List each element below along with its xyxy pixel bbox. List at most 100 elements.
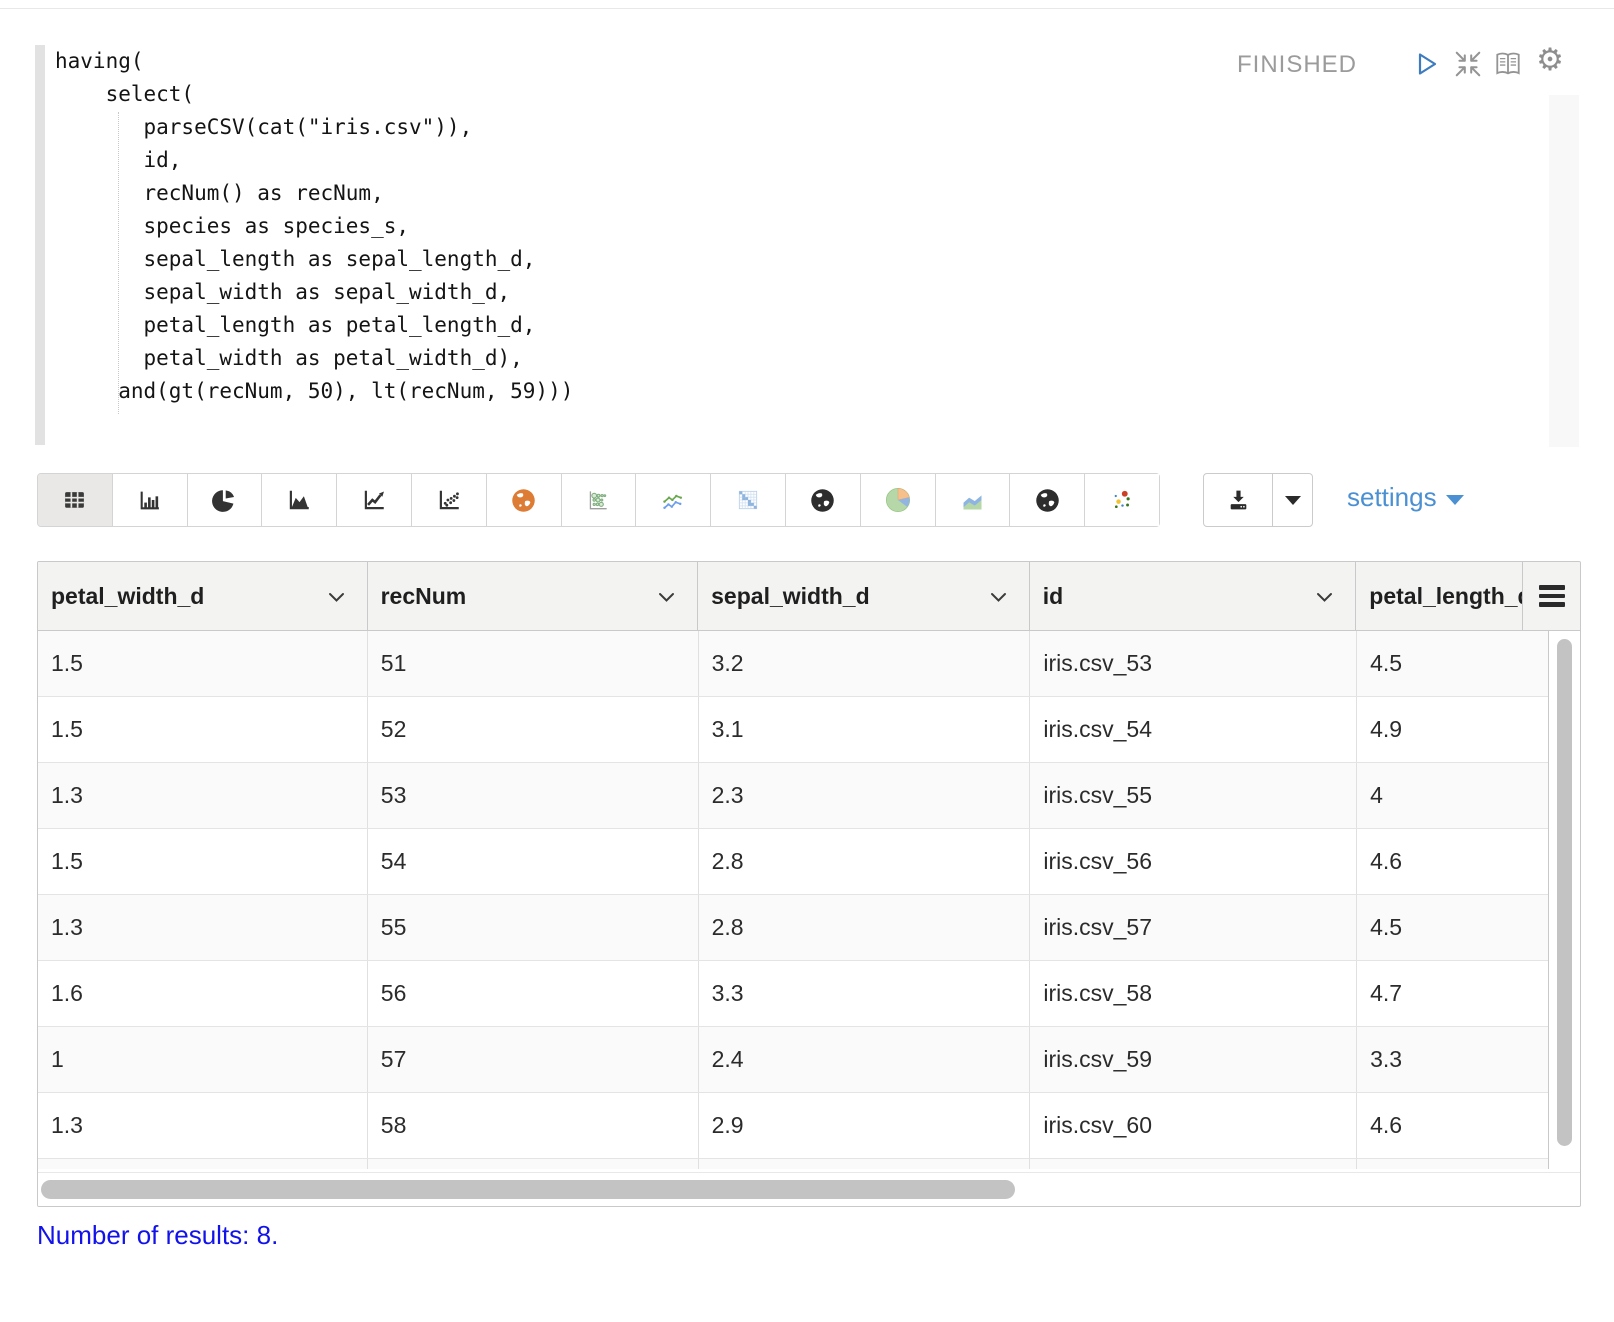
horizontal-scrollbar-thumb[interactable] xyxy=(41,1180,1015,1199)
cell: iris.csv_55 xyxy=(1029,763,1356,828)
table-row[interactable]: 1.5 52 3.1 iris.csv_54 4.9 xyxy=(38,697,1548,763)
chart-button-map-orange[interactable] xyxy=(485,474,561,526)
download-icon xyxy=(1230,490,1246,509)
download-options-button[interactable] xyxy=(1273,474,1312,526)
cell: 55 xyxy=(366,895,698,960)
chart-button-pie-colored[interactable] xyxy=(859,474,935,526)
shrink-icon[interactable] xyxy=(1452,48,1484,80)
cell: iris.csv_58 xyxy=(1029,961,1356,1026)
chart-button-map-dark-2[interactable] xyxy=(1009,474,1085,526)
cell: 57 xyxy=(366,1027,698,1092)
cell: 4.5 xyxy=(1356,631,1548,696)
chart-button-area-colored[interactable] xyxy=(934,474,1010,526)
download-button-group xyxy=(1203,473,1313,527)
table-row[interactable]: 1.6 56 3.3 iris.csv_58 4.7 xyxy=(38,961,1548,1027)
area-colored-icon xyxy=(963,494,982,509)
cell: iris.csv_59 xyxy=(1029,1027,1356,1092)
code-line: parseCSV(cat("iris.csv")), xyxy=(55,115,473,139)
column-header-sepal-width[interactable]: sepal_width_d xyxy=(697,562,1029,630)
cell: 1.3 xyxy=(51,914,83,940)
settings-caret-icon xyxy=(1445,494,1464,505)
scatter-colored-icon xyxy=(1114,490,1130,508)
chart-button-pie[interactable] xyxy=(186,474,262,526)
code-line: species as species_s, xyxy=(55,214,410,238)
column-header-id[interactable]: id xyxy=(1028,562,1356,630)
table-header-row: petal_width_d recNum sepal_width_d id pe… xyxy=(38,562,1580,631)
chevron-down-icon[interactable] xyxy=(658,592,675,603)
cell: 2.4 xyxy=(697,1027,1030,1092)
chart-button-heatmap[interactable] xyxy=(710,474,785,526)
column-label: id xyxy=(1042,582,1064,609)
bar-chart-icon xyxy=(140,491,160,509)
cell: 4.6 xyxy=(1356,829,1548,894)
cell: 1.5 xyxy=(51,716,83,742)
table-row[interactable]: 1.3 55 2.8 iris.csv_57 4.5 xyxy=(38,895,1548,961)
cell: 4.6 xyxy=(1356,1093,1548,1158)
settings-toggle[interactable]: settings xyxy=(1347,482,1464,513)
chart-button-line[interactable] xyxy=(336,474,411,526)
chart-button-map-dark[interactable] xyxy=(784,474,860,526)
table-row[interactable]: 1.3 58 2.9 iris.csv_60 4.6 xyxy=(38,1093,1548,1159)
code-editor[interactable]: having( select( parseCSV(cat("iris.csv")… xyxy=(45,45,573,408)
download-button[interactable] xyxy=(1204,474,1273,526)
cell: 4.5 xyxy=(1356,895,1548,960)
table-row-clipped xyxy=(38,1159,1548,1169)
cell: 2.8 xyxy=(697,895,1030,960)
cell: iris.csv_60 xyxy=(1029,1093,1356,1158)
cell: 2.9 xyxy=(697,1093,1030,1158)
chart-button-area[interactable] xyxy=(261,474,337,526)
column-header-recnum[interactable]: recNum xyxy=(366,562,698,630)
table-row[interactable]: 1.5 54 2.8 iris.csv_56 4.6 xyxy=(38,829,1548,895)
caret-down-icon xyxy=(1284,495,1301,505)
chart-button-bubble[interactable] xyxy=(560,474,636,526)
gear-glyph: ⚙︎ xyxy=(1536,42,1564,77)
book-icon[interactable] xyxy=(1492,48,1524,80)
vertical-scrollbar[interactable] xyxy=(1557,639,1572,1146)
editor-scrollbar-track[interactable] xyxy=(1549,95,1579,447)
column-header-petal-width[interactable]: petal_width_d xyxy=(38,562,367,630)
gear-icon[interactable]: ⚙︎ xyxy=(1534,44,1566,76)
chart-button-table[interactable] xyxy=(38,474,112,526)
play-triangle-icon xyxy=(1418,53,1437,75)
multi-line-chart-icon xyxy=(663,494,682,509)
code-line: petal_width as petal_width_d), xyxy=(55,346,523,370)
cell: 2.3 xyxy=(697,763,1030,828)
chart-button-scatter[interactable] xyxy=(410,474,486,526)
cell: 58 xyxy=(366,1093,698,1158)
cell: 4.9 xyxy=(1356,697,1548,762)
globe-dark-icon xyxy=(811,488,835,512)
cell: 1.5 xyxy=(51,848,83,874)
cell: 52 xyxy=(366,697,698,762)
table-row[interactable]: 1.3 53 2.3 iris.csv_55 4 xyxy=(38,763,1548,829)
code-line: recNum() as recNum, xyxy=(55,181,384,205)
table-icon xyxy=(65,491,85,508)
chart-button-multiline[interactable] xyxy=(635,474,711,526)
cell: 54 xyxy=(366,829,698,894)
cell: 1.3 xyxy=(51,1112,83,1138)
pie-colored-icon xyxy=(885,487,910,513)
chevron-down-icon[interactable] xyxy=(1316,592,1333,603)
cell: iris.csv_54 xyxy=(1029,697,1356,762)
chevron-down-icon[interactable] xyxy=(328,592,345,603)
column-label: recNum xyxy=(380,582,467,609)
paragraph-top-divider xyxy=(0,8,1614,9)
table-row[interactable]: 1 57 2.4 iris.csv_59 3.3 xyxy=(38,1027,1548,1093)
cell: iris.csv_56 xyxy=(1029,829,1356,894)
run-icon[interactable] xyxy=(1410,48,1442,80)
hamburger-icon xyxy=(1538,585,1565,607)
table-row[interactable]: 1.5 51 3.2 iris.csv_53 4.5 xyxy=(38,631,1548,697)
cell: 1 xyxy=(51,1046,64,1072)
cell: 3.2 xyxy=(697,631,1030,696)
code-line: petal_length as petal_length_d, xyxy=(55,313,536,337)
column-header-petal-length[interactable]: petal_length_d xyxy=(1355,562,1522,630)
chart-button-bar[interactable] xyxy=(111,474,187,526)
table-body: 1.5 51 3.2 iris.csv_53 4.5 1.5 52 3.1 ir… xyxy=(38,631,1549,1169)
chart-type-toolbar xyxy=(37,473,1160,527)
cell: 51 xyxy=(366,631,698,696)
chevron-down-icon[interactable] xyxy=(990,592,1007,603)
results-count-text: Number of results: 8. xyxy=(37,1220,279,1250)
cell: 2.8 xyxy=(697,829,1030,894)
table-menu-button[interactable] xyxy=(1522,562,1580,630)
horizontal-scrollbar-track[interactable] xyxy=(38,1172,1580,1206)
chart-button-scatter-colored[interactable] xyxy=(1084,474,1159,526)
